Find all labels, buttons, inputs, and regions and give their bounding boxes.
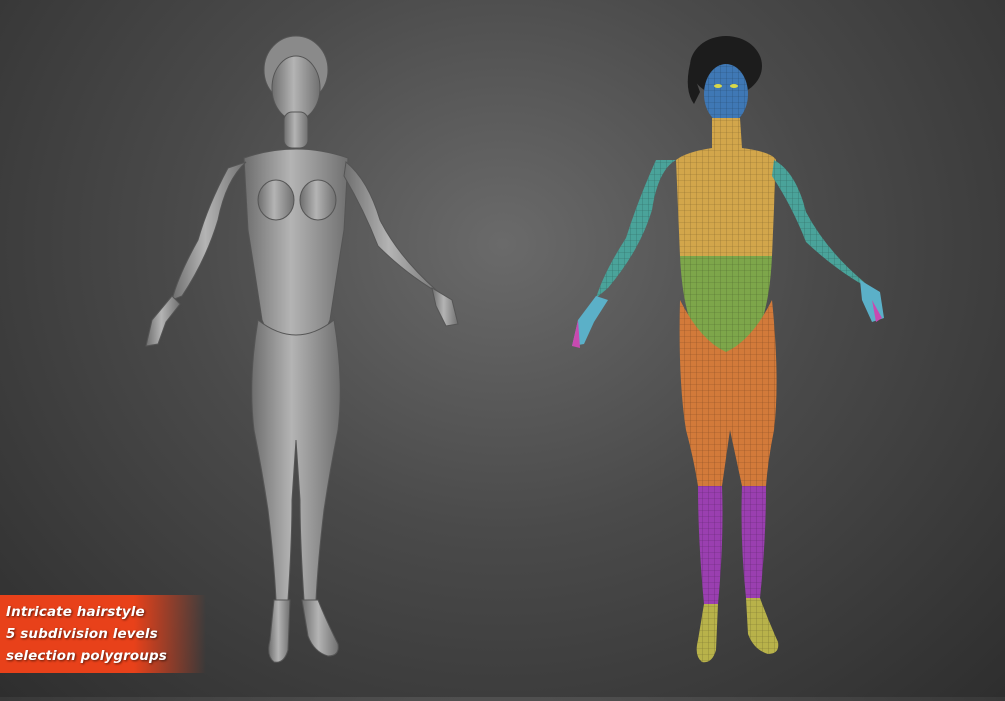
grey-sculpt-icon <box>145 35 459 663</box>
caption-line-subdivision: 5 subdivision levels <box>6 626 158 642</box>
caption-line-hairstyle: Intricate hairstyle <box>6 604 145 620</box>
feature-caption: Intricate hairstyle 5 subdivision levels… <box>0 595 206 673</box>
polygroup-sculpt-icon <box>572 36 884 663</box>
caption-line-polygroups: selection polygroups <box>6 648 167 664</box>
polygroup-sculpt-figure <box>480 0 980 697</box>
grey-sculpt-figure <box>48 0 548 697</box>
viewport: Intricate hairstyle 5 subdivision levels… <box>0 0 1005 697</box>
